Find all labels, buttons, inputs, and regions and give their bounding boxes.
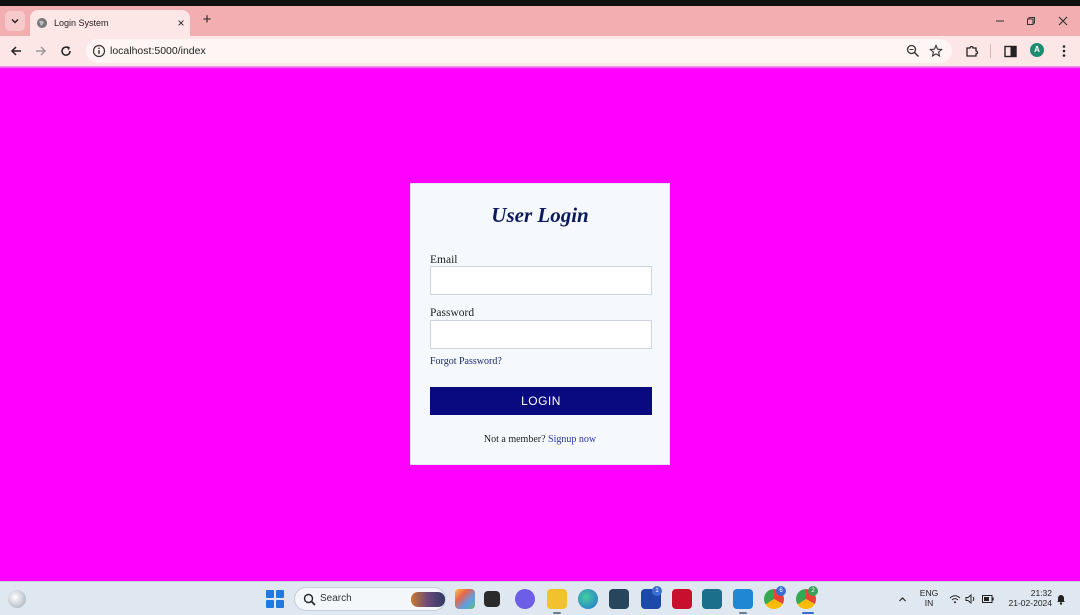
- side-panel-button[interactable]: [1002, 43, 1018, 59]
- extensions-button[interactable]: [964, 43, 980, 59]
- store-app-icon[interactable]: [609, 589, 629, 609]
- profile-avatar[interactable]: A: [1030, 43, 1044, 57]
- chevron-down-icon: [11, 18, 19, 24]
- chat-app-icon[interactable]: [515, 589, 535, 609]
- arrow-right-icon: [36, 46, 47, 56]
- login-button[interactable]: LOGIN: [430, 387, 652, 415]
- globe-icon: [37, 18, 47, 28]
- search-placeholder: Search: [320, 593, 352, 604]
- battery-icon: [982, 595, 994, 603]
- browser-toolbar: localhost:5000/index: [0, 36, 1080, 66]
- restore-icon: [1027, 17, 1035, 25]
- restore-button[interactable]: [1016, 13, 1046, 29]
- file-explorer-running-indicator: [553, 612, 561, 614]
- tab-title: Login System: [54, 18, 109, 28]
- chrome-badge: 6: [776, 586, 786, 596]
- login-card: User Login Email Password Forgot Passwor…: [410, 183, 670, 465]
- close-icon: [1058, 16, 1068, 26]
- tab-search-button[interactable]: [5, 11, 25, 31]
- windows-logo-tile: [276, 600, 284, 608]
- reload-icon: [61, 46, 71, 56]
- password-field[interactable]: [430, 320, 652, 349]
- bell-icon: [1057, 595, 1065, 605]
- minimize-icon: [996, 20, 1004, 22]
- volume-status[interactable]: [965, 593, 977, 605]
- tab-login-system[interactable]: Login System ×: [30, 10, 190, 36]
- tab-close-button[interactable]: ×: [172, 17, 190, 29]
- copilot-app-icon[interactable]: [455, 589, 475, 609]
- puzzle-icon: [966, 45, 979, 57]
- url-text[interactable]: localhost:5000/index: [110, 44, 206, 58]
- edge-browser-icon[interactable]: [578, 589, 598, 609]
- side-panel-icon: [1003, 45, 1017, 57]
- app-icon-blue[interactable]: [702, 589, 722, 609]
- close-window-button[interactable]: [1048, 13, 1078, 29]
- windows-logo-tile: [266, 590, 274, 598]
- chrome-active-badge: 2: [808, 586, 818, 596]
- language-code: ENG: [919, 588, 939, 598]
- speaker-icon: [965, 594, 975, 604]
- login-title: User Login: [491, 203, 589, 227]
- toolbar-shadow: [0, 66, 1080, 69]
- browser-tab-bar: Login System × +: [0, 6, 1080, 36]
- chrome-active-indicator: [802, 612, 814, 614]
- clock[interactable]: 21:32 21-02-2024: [1002, 588, 1052, 608]
- battery-status[interactable]: [982, 593, 994, 605]
- minimize-button[interactable]: [985, 13, 1015, 29]
- windows-taskbar: Search 1 6 2 ENG IN 21:32 21-02-2024: [0, 581, 1080, 615]
- toolbar-divider: [990, 44, 991, 58]
- weather-widget-icon[interactable]: [8, 590, 26, 608]
- email-label: Email: [430, 254, 458, 266]
- forgot-password-link[interactable]: Forgot Password?: [430, 356, 502, 367]
- show-hidden-icons-button[interactable]: [896, 593, 908, 605]
- address-bar[interactable]: localhost:5000/index: [86, 39, 952, 63]
- wifi-status[interactable]: [949, 593, 961, 605]
- star-icon[interactable]: [929, 44, 943, 58]
- signup-prompt: Not a member? Signup now: [411, 434, 669, 445]
- back-button[interactable]: [6, 41, 26, 61]
- search-highlight-image: [411, 592, 445, 607]
- info-icon[interactable]: [92, 44, 106, 58]
- forward-button[interactable]: [31, 41, 51, 61]
- wifi-icon: [949, 595, 961, 604]
- new-tab-button[interactable]: +: [198, 11, 216, 29]
- email-field[interactable]: [430, 266, 652, 295]
- clock-time: 21:32: [1030, 588, 1052, 598]
- start-button[interactable]: [266, 590, 284, 608]
- vscode-app-icon[interactable]: [733, 589, 753, 609]
- signup-link[interactable]: Signup now: [548, 434, 596, 445]
- taskbar-search[interactable]: Search: [294, 587, 446, 611]
- search-icon: [303, 593, 316, 606]
- task-view-icon[interactable]: [484, 591, 500, 607]
- clock-date: 21-02-2024: [1008, 598, 1052, 608]
- not-member-text: Not a member?: [483, 434, 546, 445]
- zoom-icon[interactable]: [906, 44, 920, 58]
- kebab-menu-icon: [1062, 45, 1066, 57]
- reload-button[interactable]: [56, 41, 76, 61]
- chevron-up-icon: [898, 596, 906, 601]
- windows-logo-tile: [276, 590, 284, 598]
- vscode-running-indicator: [739, 612, 747, 614]
- arrow-left-icon: [10, 46, 21, 56]
- file-explorer-icon[interactable]: [547, 589, 567, 609]
- windows-logo-tile: [266, 600, 274, 608]
- language-indicator[interactable]: ENG IN: [916, 588, 942, 608]
- password-label: Password: [430, 307, 475, 319]
- browser-menu-button[interactable]: [1056, 43, 1072, 59]
- store-badge: 1: [652, 586, 662, 596]
- notification-button[interactable]: [1055, 593, 1067, 605]
- mcafee-app-icon[interactable]: [672, 589, 692, 609]
- region-code: IN: [924, 598, 934, 608]
